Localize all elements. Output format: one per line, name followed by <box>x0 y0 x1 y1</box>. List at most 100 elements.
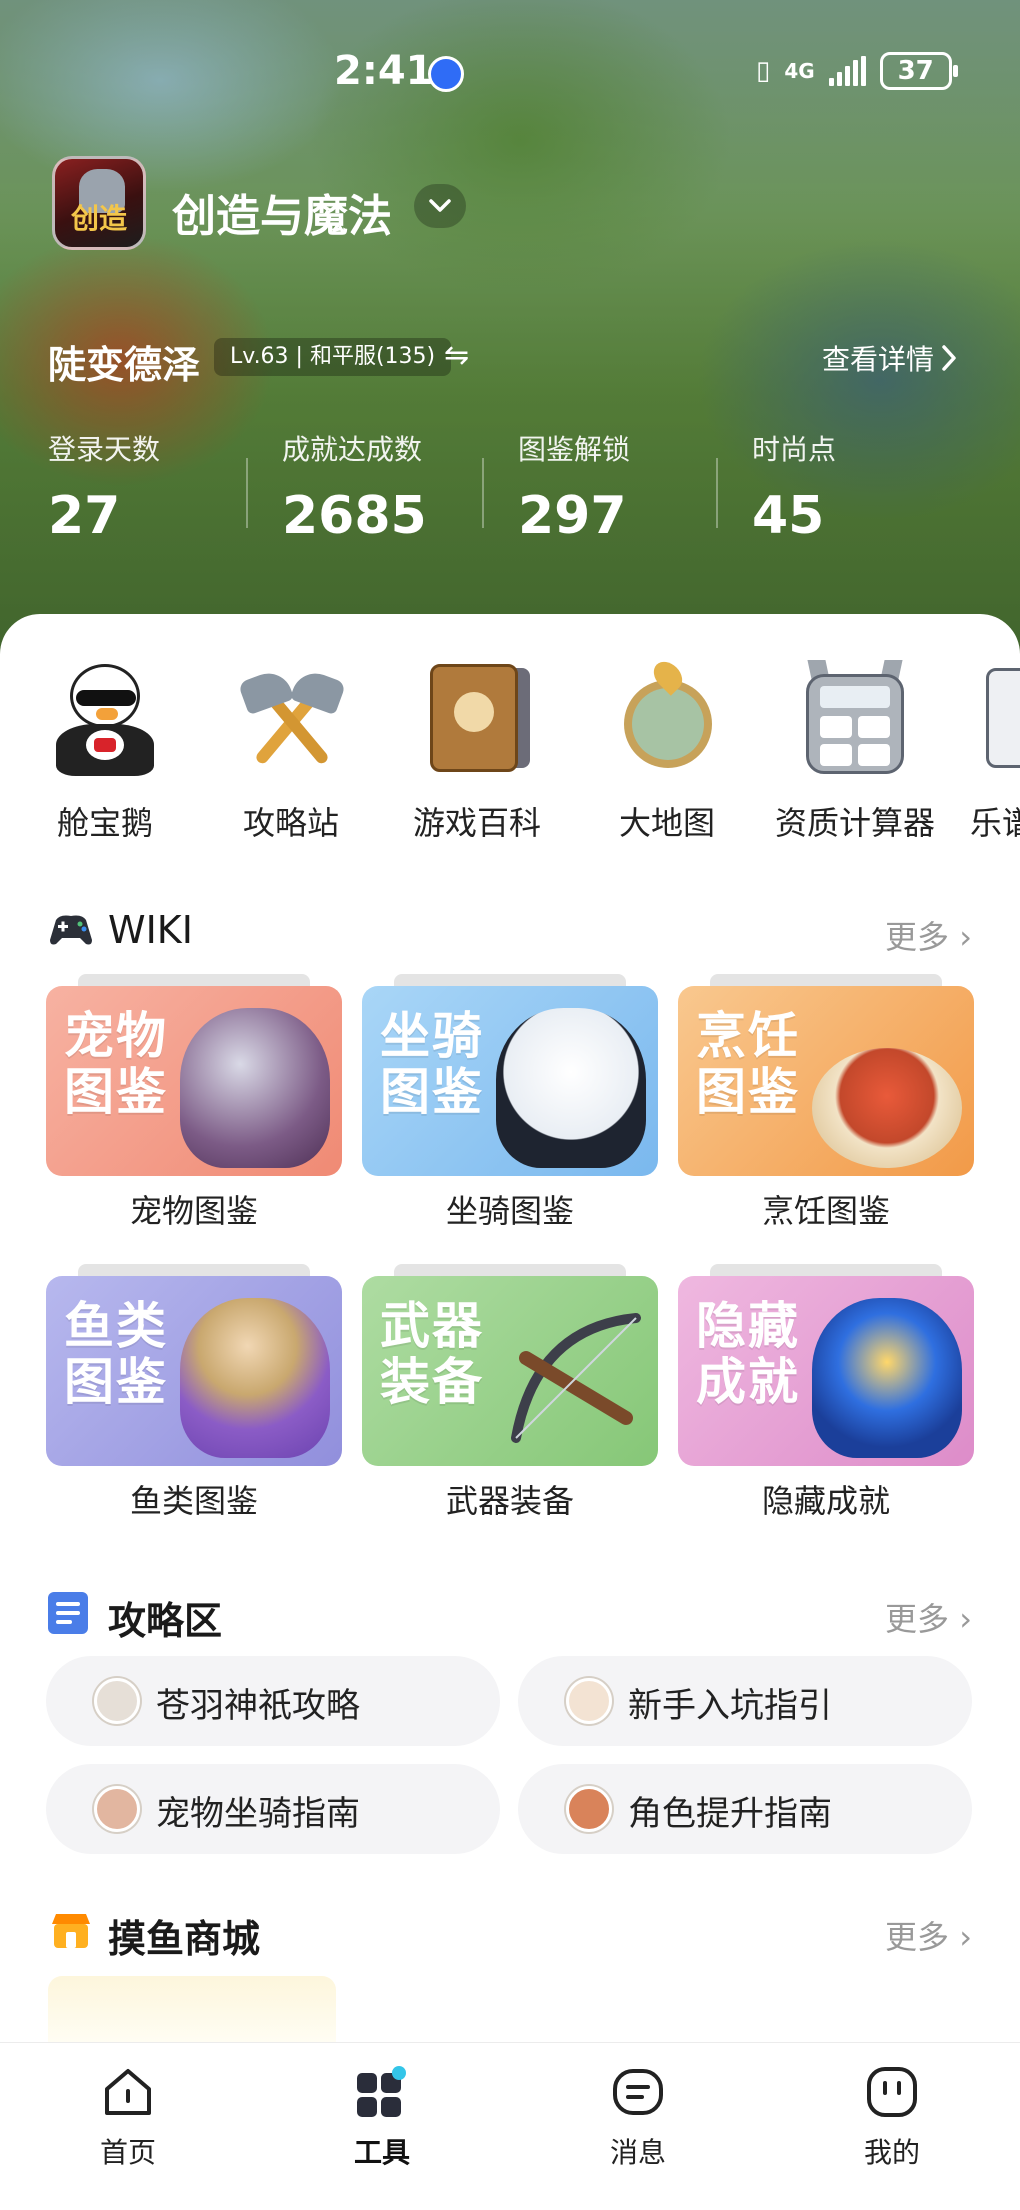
stat-label: 时尚点 <box>752 433 837 466</box>
art-line-2: 图鉴 <box>380 1063 484 1121</box>
dish-illustration <box>812 1048 962 1168</box>
guide-label: 新手入坑指引 <box>628 1686 832 1726</box>
guide-item[interactable]: 宠物坐骑指南 <box>46 1764 500 1854</box>
card-art-title: 坐骑 图鉴 <box>380 1008 484 1120</box>
quick-tool-calculator[interactable]: 资质计算器 <box>760 660 950 844</box>
wiki-card-pets[interactable]: 宠物 图鉴 宠物图鉴 <box>46 974 342 1230</box>
shop-section-header: 摸鱼商城 更多 › <box>48 1904 972 1961</box>
wiki-card-fish[interactable]: 鱼类 图鉴 鱼类图鉴 <box>46 1264 342 1520</box>
tools-grid-icon <box>355 2065 409 2119</box>
shop-item-preview[interactable] <box>48 1976 336 2042</box>
quick-tool-music[interactable]: 乐谱 <box>930 660 1020 844</box>
shop-more-link[interactable]: 更多 › <box>885 1912 972 1958</box>
quick-tool-label: 舱宝鹅 <box>56 804 153 842</box>
wiki-card-weapons[interactable]: 武器 装备 武器装备 <box>362 1264 658 1520</box>
signal-icon <box>828 56 866 86</box>
swap-icon[interactable]: ⇋ <box>444 338 469 373</box>
game-logo[interactable]: 创造 <box>52 156 146 250</box>
card-caption: 宠物图鉴 <box>129 1192 258 1230</box>
status-time: 2:41 <box>334 48 434 94</box>
stat-login-days: 登录天数 27 <box>48 428 248 546</box>
art-line-1: 坐骑 <box>380 1007 484 1065</box>
stat-label: 成就达成数 <box>282 433 423 466</box>
shop-icon <box>48 1910 94 1950</box>
network-label: 4G <box>784 59 815 83</box>
wiki-card-cooking[interactable]: 烹饪 图鉴 烹饪图鉴 <box>678 974 974 1230</box>
wiki-card-mounts[interactable]: 坐骑 图鉴 坐骑图鉴 <box>362 974 658 1230</box>
player-level-tag: Lv.63 | 和平服(135) <box>214 338 452 376</box>
quick-tool-label: 攻略站 <box>242 804 339 842</box>
pet-mount-icon <box>94 1786 140 1832</box>
art-line-2: 成就 <box>696 1353 800 1411</box>
wiki-card-achievements[interactable]: 隐藏 成就 隐藏成就 <box>678 1264 974 1520</box>
art-line-2: 图鉴 <box>696 1063 800 1121</box>
mermaid-illustration <box>180 1298 330 1458</box>
stat-divider <box>482 458 484 528</box>
game-logo-text: 创造 <box>70 202 127 235</box>
more-label: 更多 <box>885 918 950 956</box>
chevron-down-icon[interactable] <box>414 184 466 228</box>
stat-divider <box>716 458 718 528</box>
card-caption: 隐藏成就 <box>761 1482 890 1520</box>
stat-value: 2685 <box>282 486 427 546</box>
seal-pirate-illustration <box>496 1008 646 1168</box>
home-icon <box>101 2065 155 2119</box>
guide-item[interactable]: 角色提升指南 <box>518 1764 972 1854</box>
quick-tool-encyclopedia[interactable]: 游戏百科 <box>382 660 572 844</box>
quick-tool-label: 大地图 <box>618 804 715 842</box>
chevron-right-icon <box>942 345 956 371</box>
nav-label: 我的 <box>863 2136 920 2169</box>
stat-fashion-points: 时尚点 45 <box>752 428 952 546</box>
nav-label: 工具 <box>353 2136 410 2169</box>
quick-tool-label: 乐谱 <box>970 804 1020 842</box>
art-line-2: 图鉴 <box>64 1353 168 1411</box>
quick-tool-world-map[interactable]: 大地图 <box>572 660 762 844</box>
quick-tool-strategy[interactable]: 攻略站 <box>196 660 386 844</box>
guide-book-icon <box>48 1592 88 1634</box>
art-line-2: 图鉴 <box>64 1063 168 1121</box>
hand-badge-icon <box>428 56 464 92</box>
nav-home[interactable]: 首页 <box>48 2065 208 2171</box>
art-line-1: 宠物 <box>64 1007 168 1065</box>
nav-profile[interactable]: 我的 <box>812 2065 972 2171</box>
profile-face-icon <box>865 2065 919 2119</box>
art-line-1: 武器 <box>380 1297 484 1355</box>
wiki-title: WIKI <box>108 908 193 952</box>
art-line-2: 装备 <box>380 1353 484 1411</box>
art-line-1: 鱼类 <box>64 1297 168 1355</box>
battery-icon: 37 <box>879 52 958 90</box>
nav-messages[interactable]: 消息 <box>558 2065 718 2171</box>
quick-tools-row[interactable]: 舱宝鹅 攻略站 游戏百科 大地图 资质计算器 乐谱 <box>0 660 1020 860</box>
encyclopedia-book-icon <box>418 660 536 778</box>
bottom-nav: 首页 工具 消息 我的 <box>0 2042 1020 2210</box>
shop-title: 摸鱼商城 <box>108 1917 261 1961</box>
card-art-title: 鱼类 图鉴 <box>64 1298 168 1410</box>
guides-section-header: 攻略区 更多 › <box>48 1586 972 1643</box>
wiki-more-link[interactable]: 更多 › <box>885 912 972 958</box>
game-name[interactable]: 创造与魔法 <box>172 180 392 244</box>
calculator-icon <box>796 660 914 778</box>
view-details-link[interactable]: 查看详情 <box>822 338 958 378</box>
more-label: 更多 <box>885 1918 950 1956</box>
cooking-codex-art: 烹饪 图鉴 <box>678 986 974 1176</box>
card-caption: 坐骑图鉴 <box>445 1192 574 1230</box>
guide-item[interactable]: 苍羽神祇攻略 <box>46 1656 500 1746</box>
wolf-illustration <box>180 1008 330 1168</box>
nav-tools[interactable]: 工具 <box>302 2065 462 2171</box>
card-art-title: 宠物 图鉴 <box>64 1008 168 1120</box>
card-caption: 鱼类图鉴 <box>129 1482 258 1520</box>
world-map-icon <box>608 660 726 778</box>
gamepad-icon <box>48 910 94 950</box>
guide-item[interactable]: 新手入坑指引 <box>518 1656 972 1746</box>
guide-label: 苍羽神祇攻略 <box>156 1686 360 1726</box>
music-sheet-icon <box>986 660 1020 778</box>
guides-more-link[interactable]: 更多 › <box>885 1594 972 1640</box>
message-icon <box>611 2065 665 2119</box>
stat-label: 登录天数 <box>48 433 161 466</box>
crossbow-illustration <box>496 1298 646 1458</box>
quick-tool-goose[interactable]: 舱宝鹅 <box>10 660 200 844</box>
achievement-codex-art: 隐藏 成就 <box>678 1276 974 1466</box>
guide-label: 宠物坐骑指南 <box>156 1794 360 1834</box>
stat-value: 45 <box>752 486 825 546</box>
quick-tool-label: 游戏百科 <box>412 804 541 842</box>
